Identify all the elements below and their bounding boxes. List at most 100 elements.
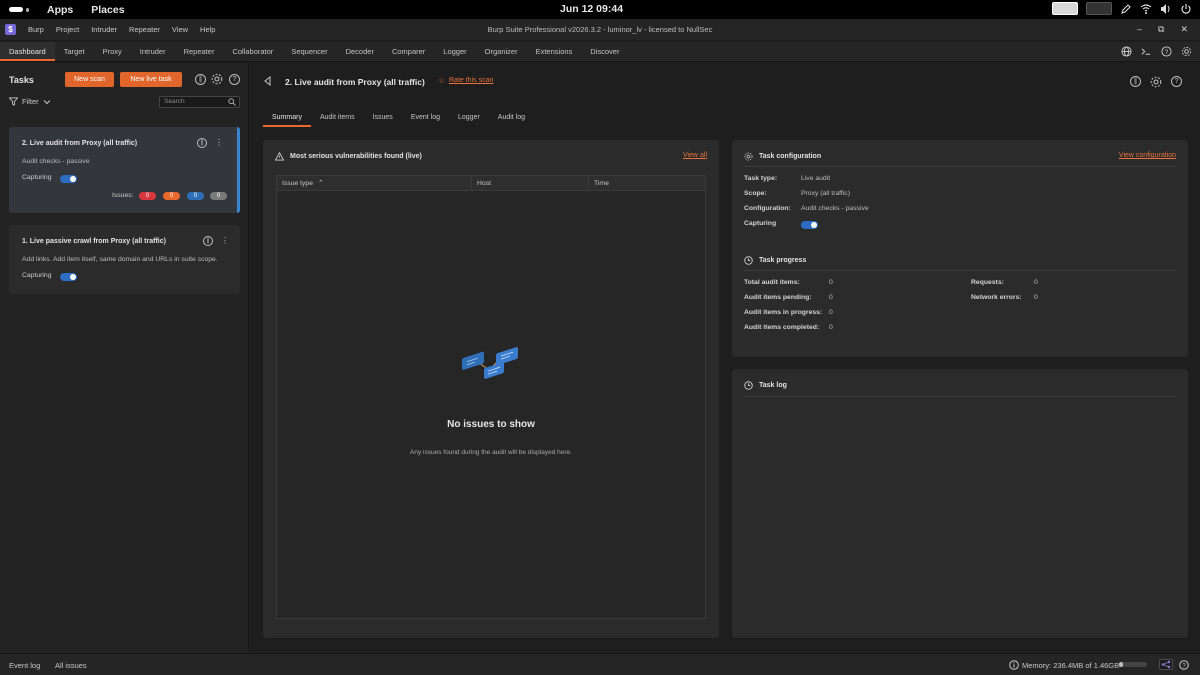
help-icon[interactable]: ? [1161, 46, 1172, 57]
info-issues-badge[interactable]: 0 [210, 192, 227, 200]
apps-menu[interactable]: Apps [47, 4, 73, 16]
network-errors-value: 0 [1034, 294, 1038, 301]
divider [744, 396, 1176, 397]
volume-icon[interactable] [1160, 3, 1172, 15]
menu-project[interactable]: Project [56, 25, 79, 34]
status-help-icon[interactable]: ? [1179, 660, 1189, 670]
system-clock[interactable]: Jun 12 09:44 [560, 3, 623, 15]
task-card-live-audit[interactable]: 2. Live audit from Proxy (all traffic) ∥… [9, 127, 240, 213]
tab-comparer[interactable]: Comparer [383, 42, 434, 61]
tasks-heading: Tasks [9, 75, 34, 85]
low-issues-badge[interactable]: 0 [187, 192, 204, 200]
pause-task-icon[interactable]: ∥ [1130, 76, 1141, 87]
network-graph-icon[interactable] [1159, 659, 1173, 670]
tab-collaborator[interactable]: Collaborator [223, 42, 282, 61]
terminal-icon[interactable] [1141, 46, 1152, 57]
menu-repeater[interactable]: Repeater [129, 25, 160, 34]
tab-dashboard[interactable]: Dashboard [0, 42, 55, 61]
tab-logger[interactable]: Logger [434, 42, 475, 61]
column-issue-type[interactable]: Issue type ⌃ [277, 176, 472, 191]
capturing-label: Capturing [744, 220, 777, 227]
tab-organizer[interactable]: Organizer [476, 42, 527, 61]
rate-scan-link[interactable]: Rate this scan [449, 77, 493, 84]
vulnerabilities-table: Issue type ⌃ Host Time No issues to show… [276, 175, 706, 619]
search-icon [228, 98, 236, 106]
menu-intruder[interactable]: Intruder [91, 25, 117, 34]
audit-items-in-progress-value: 0 [829, 309, 833, 316]
pause-all-icon[interactable]: ∥ [195, 74, 206, 85]
audit-items-pending-value: 0 [829, 294, 833, 301]
capturing-toggle[interactable] [60, 175, 77, 183]
task-description: Audit checks - passive [22, 158, 90, 165]
task-configuration-title: Task configuration [759, 153, 822, 160]
filter-control[interactable]: Filter [9, 97, 51, 106]
scope-value: Proxy (all traffic) [801, 190, 850, 197]
star-icon: ☆ [438, 76, 446, 85]
svg-text:?: ? [1165, 49, 1169, 56]
burp-logo-icon: $ [5, 24, 16, 35]
vulnerabilities-panel: Most serious vulnerabilities found (live… [263, 140, 719, 638]
audit-items-completed-label: Audit items completed: [744, 324, 820, 331]
task-card-passive-crawl[interactable]: 1. Live passive crawl from Proxy (all tr… [9, 225, 240, 294]
workspace-indicator-1[interactable] [1052, 2, 1078, 15]
tab-proxy[interactable]: Proxy [94, 42, 131, 61]
filter-label: Filter [22, 97, 39, 106]
pen-icon[interactable] [1120, 3, 1132, 15]
config-gear-icon [744, 152, 753, 161]
event-log-button[interactable]: Event log [9, 661, 40, 670]
all-issues-button[interactable]: All issues [55, 661, 87, 670]
power-icon[interactable] [1180, 3, 1192, 15]
restore-icon[interactable]: ⧉ [1158, 24, 1164, 35]
subtab-event-log[interactable]: Event log [402, 108, 449, 127]
column-host[interactable]: Host [472, 176, 589, 191]
task-settings-gear-icon[interactable] [211, 73, 223, 85]
view-configuration-link[interactable]: View configuration [1119, 152, 1176, 159]
workspace-indicator-2[interactable] [1086, 2, 1112, 15]
more-options-icon[interactable]: ⋮ [215, 138, 223, 148]
medium-issues-badge[interactable]: 0 [163, 192, 180, 200]
column-time[interactable]: Time [589, 176, 706, 191]
subtab-audit-items[interactable]: Audit items [311, 108, 364, 127]
tab-repeater[interactable]: Repeater [175, 42, 224, 61]
menu-help[interactable]: Help [200, 25, 215, 34]
high-issues-badge[interactable]: 0 [139, 192, 156, 200]
new-live-task-button[interactable]: New live task [120, 72, 182, 87]
requests-value: 0 [1034, 279, 1038, 286]
task-title: 1. Live passive crawl from Proxy (all tr… [22, 238, 166, 245]
globe-icon[interactable] [1121, 46, 1132, 57]
subtab-audit-log[interactable]: Audit log [489, 108, 534, 127]
tab-decoder[interactable]: Decoder [337, 42, 383, 61]
task-pause-icon[interactable]: ∥ [203, 236, 213, 246]
menu-view[interactable]: View [172, 25, 188, 34]
menu-burp[interactable]: Burp [28, 25, 44, 34]
tab-extensions[interactable]: Extensions [527, 42, 582, 61]
subtab-issues[interactable]: Issues [364, 108, 402, 127]
new-scan-button[interactable]: New scan [65, 72, 114, 87]
tasks-help-icon[interactable]: ? [229, 74, 240, 85]
memory-usage-bar [1119, 662, 1147, 667]
close-icon[interactable]: ✕ [1180, 24, 1188, 35]
minimize-icon[interactable]: – [1137, 24, 1142, 35]
view-all-link[interactable]: View all [683, 152, 707, 159]
capturing-toggle[interactable] [801, 221, 818, 229]
more-options-icon[interactable]: ⋮ [221, 236, 229, 246]
tab-sequencer[interactable]: Sequencer [282, 42, 336, 61]
task-search-input[interactable]: Search [159, 96, 240, 108]
subtab-summary[interactable]: Summary [263, 108, 311, 127]
places-menu[interactable]: Places [91, 4, 124, 16]
task-pause-icon[interactable]: ∥ [197, 138, 207, 148]
tab-intruder[interactable]: Intruder [131, 42, 175, 61]
capturing-toggle[interactable] [60, 273, 77, 281]
task-gear-icon[interactable] [1150, 76, 1162, 88]
task-help-icon[interactable]: ? [1171, 76, 1182, 87]
tab-target[interactable]: Target [55, 42, 94, 61]
subtab-logger[interactable]: Logger [449, 108, 489, 127]
network-icon[interactable] [1140, 3, 1152, 15]
warning-icon [275, 152, 284, 161]
memory-usage-fill [1119, 662, 1124, 667]
tab-discover[interactable]: Discover [581, 42, 628, 61]
settings-gear-icon[interactable] [1181, 46, 1192, 57]
activities-button[interactable] [9, 7, 29, 12]
back-arrow-icon[interactable] [263, 76, 273, 86]
task-log-panel: Task log [732, 369, 1188, 638]
